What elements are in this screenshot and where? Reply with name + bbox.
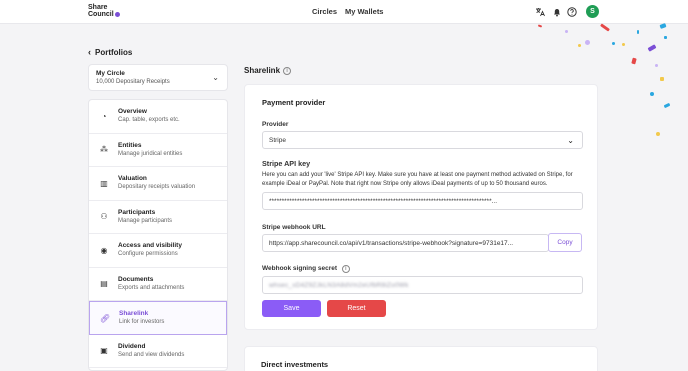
- provider-select[interactable]: Stripe ⌄: [262, 131, 583, 149]
- reset-button[interactable]: Reset: [327, 300, 386, 317]
- sidebar-item-title: Dividend: [118, 342, 146, 350]
- back-to-portfolios-link[interactable]: ‹ Portfolios: [88, 47, 132, 57]
- document-icon: ▤: [100, 279, 108, 288]
- copy-button[interactable]: Copy: [548, 233, 582, 252]
- payment-provider-panel: Payment provider Provider Stripe ⌄ Strip…: [244, 84, 598, 330]
- link-icon: 🔗︎: [99, 313, 111, 323]
- signing-secret-label: Webhook signing secret i: [262, 265, 350, 273]
- sidebar-item-dividend[interactable]: ▣ Dividend Send and view dividends: [89, 335, 227, 368]
- signing-secret-label-text: Webhook signing secret: [262, 265, 338, 272]
- chevron-left-icon: ‹: [88, 47, 91, 57]
- money-icon: ▣: [100, 346, 108, 355]
- sidebar-item-subtitle: Manage juridical entities: [118, 150, 183, 157]
- user-avatar[interactable]: S: [586, 5, 599, 18]
- eye-settings-icon: ◉: [100, 245, 108, 255]
- circle-selector[interactable]: My Circle 10,000 Depositary Receipts ⌄: [88, 64, 228, 91]
- info-icon[interactable]: i: [341, 265, 350, 273]
- sidebar-item-participants[interactable]: ⚇ Participants Manage participants: [89, 201, 227, 234]
- sidebar-item-subtitle: Send and view dividends: [118, 351, 185, 358]
- sidebar-item-subtitle: Exports and attachments: [118, 284, 185, 291]
- direct-investments-heading: Direct investments: [261, 360, 329, 369]
- provider-select-value: Stripe: [269, 137, 286, 144]
- api-key-input[interactable]: ****************************************…: [262, 192, 583, 210]
- sidebar-item-valuation[interactable]: ▥ Valuation Depositary receipts valuatio…: [89, 167, 227, 201]
- sidebar-item-title: Documents: [118, 275, 154, 283]
- provider-label: Provider: [262, 121, 289, 128]
- bar-chart-icon: ▥: [100, 178, 108, 188]
- people-icon: ⚇: [100, 212, 108, 221]
- sidebar-item-title: Participants: [118, 208, 156, 216]
- top-navbar: Share Council Circles My Wallets S: [0, 0, 688, 24]
- back-link-label: Portfolios: [95, 47, 133, 57]
- sidebar-item-sharelink[interactable]: 🔗︎ Sharelink Link for investors: [89, 301, 227, 335]
- sidebar-menu: ◔ Overview Cap. table, exports etc. ⁂ En…: [88, 99, 228, 371]
- page-title-text: Sharelink: [244, 66, 281, 75]
- sidebar-item-subtitle: Link for investors: [119, 319, 165, 325]
- sidebar-item-title: Entities: [118, 141, 142, 149]
- sidebar-item-subtitle: Configure permissions: [118, 251, 178, 257]
- logo-line2: Council: [88, 11, 114, 18]
- webhook-url-input[interactable]: https://app.sharecouncil.co/api/v1/trans…: [262, 234, 549, 252]
- save-button[interactable]: Save: [262, 300, 321, 317]
- page-title: Sharelink i: [244, 66, 292, 75]
- sidebar-item-title: Valuation: [118, 175, 147, 182]
- translate-icon[interactable]: [534, 6, 545, 17]
- nav-wallets-link[interactable]: My Wallets: [345, 7, 383, 16]
- api-key-label: Stripe API key: [262, 159, 311, 168]
- sidebar-item-access[interactable]: ◉ Access and visibility Configure permis…: [89, 234, 227, 268]
- sidebar-item-title: Overview: [118, 108, 147, 115]
- sidebar-item-entities[interactable]: ⁂ Entities Manage juridical entities: [89, 134, 227, 167]
- logo[interactable]: Share Council: [88, 4, 120, 18]
- sidebar-item-overview[interactable]: ◔ Overview Cap. table, exports etc.: [89, 100, 227, 134]
- logo-line1: Share: [88, 4, 108, 11]
- pie-chart-icon: ◔: [101, 111, 107, 121]
- sidebar-item-documents[interactable]: ▤ Documents Exports and attachments: [89, 268, 227, 301]
- chevron-down-icon: ⌄: [212, 73, 219, 82]
- sidebar-item-subtitle: Manage participants: [118, 217, 173, 224]
- entities-icon: ⁂: [100, 145, 108, 154]
- sidebar-item-title: Access and visibility: [118, 242, 182, 249]
- sidebar-item-subtitle: Depositary receipts valuation: [118, 184, 196, 190]
- bell-icon[interactable]: [551, 6, 562, 17]
- circle-name: My Circle: [96, 70, 125, 77]
- nav-circles-link[interactable]: Circles: [312, 7, 337, 16]
- circle-subtitle: 10,000 Depositary Receipts: [96, 79, 170, 85]
- sidebar-item-title: Sharelink: [119, 310, 149, 317]
- webhook-url-label: Stripe webhook URL: [262, 224, 326, 231]
- signing-secret-input[interactable]: whsec_sD4Z9ZJkLN3A8dVm2eUfbR8iZo0Wk: [262, 276, 583, 294]
- signing-secret-value: whsec_sD4Z9ZJkLN3A8dVm2eUfbR8iZo0Wk: [269, 282, 409, 289]
- payment-provider-heading: Payment provider: [262, 98, 326, 107]
- info-icon[interactable]: i: [283, 66, 292, 75]
- chevron-down-icon: ⌄: [567, 136, 574, 145]
- logo-dot: [114, 11, 120, 17]
- sidebar-item-subtitle: Cap. table, exports etc.: [118, 117, 180, 123]
- help-icon[interactable]: [566, 6, 577, 17]
- api-key-help-text: Here you can add your 'live' Stripe API …: [262, 172, 573, 187]
